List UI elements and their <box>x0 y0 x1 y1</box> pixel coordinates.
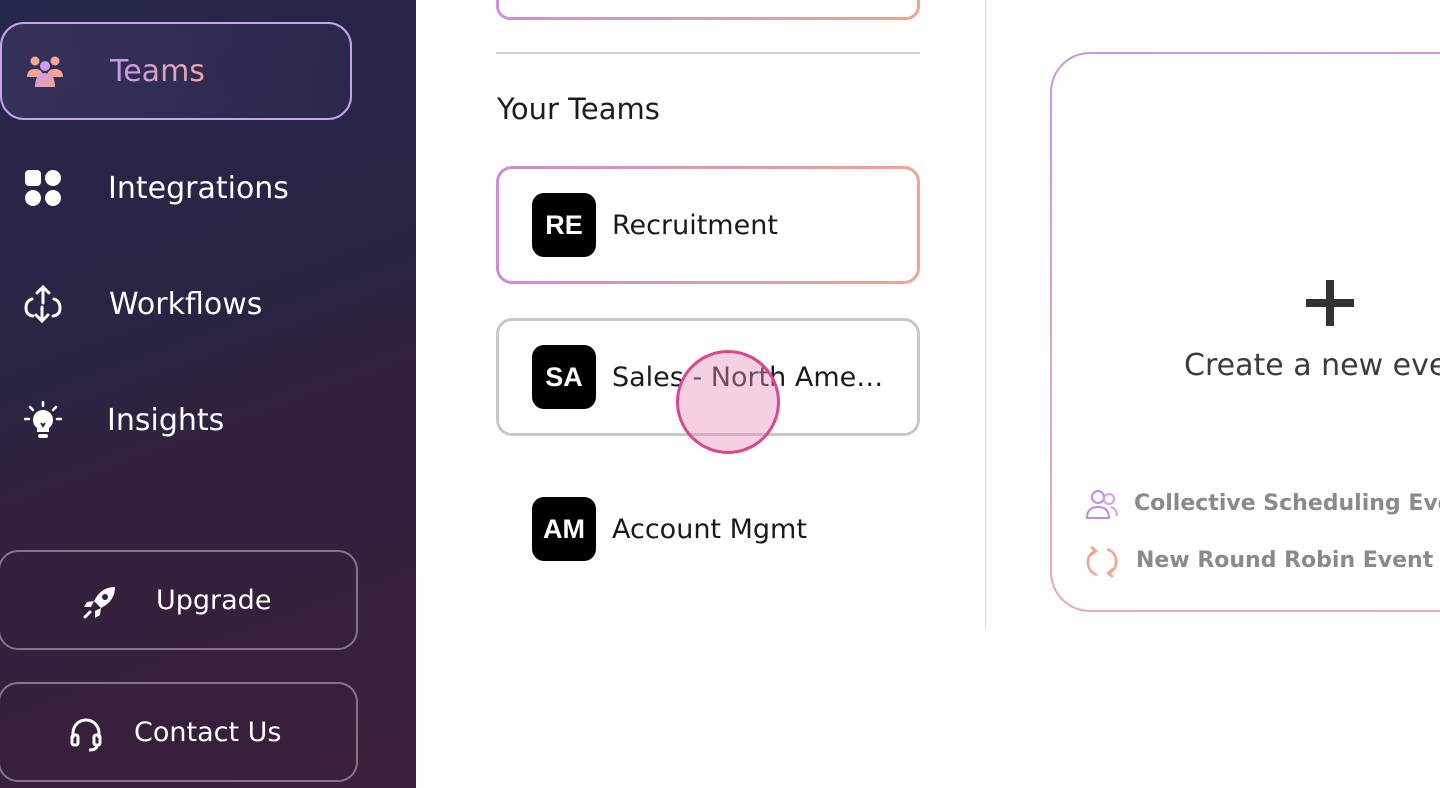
sidebar-item-workflows[interactable]: Workflows <box>0 255 352 353</box>
headset-icon <box>70 718 102 752</box>
section-title: Your Teams <box>497 92 660 126</box>
workflow-icon <box>24 285 62 323</box>
users-icon <box>27 56 63 87</box>
divider <box>496 52 920 54</box>
previous-card[interactable] <box>496 0 920 20</box>
sidebar-item-label: Integrations <box>108 170 289 206</box>
rocket-icon <box>83 587 115 619</box>
team-card-account-mgmt[interactable]: AM Account Mgmt <box>496 470 920 588</box>
avatar: AM <box>532 497 596 561</box>
sidebar-item-integrations[interactable]: Integrations <box>0 139 352 237</box>
grid-icon <box>25 170 61 206</box>
option-label: Collective Scheduling Event <box>1134 491 1440 516</box>
lightbulb-icon <box>24 401 62 438</box>
sidebar-item-label: Insights <box>107 402 225 438</box>
round-robin-icon <box>1086 546 1118 578</box>
team-card-recruitment[interactable]: RE Recruitment <box>496 166 920 284</box>
people-icon <box>1085 490 1118 519</box>
sidebar-item-label: Teams <box>110 53 205 89</box>
avatar: SA <box>532 345 596 409</box>
sidebar-item-insights[interactable]: Insights <box>0 371 352 469</box>
create-event-card[interactable] <box>1050 52 1440 612</box>
team-name: Account Mgmt <box>612 513 807 545</box>
team-name: Recruitment <box>612 209 778 241</box>
plus-icon[interactable] <box>1306 280 1354 326</box>
column-divider <box>985 0 986 628</box>
create-event-title[interactable]: Create a new event <box>1184 348 1440 383</box>
sidebar-item-teams[interactable]: Teams <box>0 22 352 120</box>
avatar: RE <box>532 193 596 257</box>
upgrade-button[interactable]: Upgrade <box>0 550 358 650</box>
sidebar: Teams Integrations Workflows Insights Up… <box>0 0 416 788</box>
contact-us-label: Contact Us <box>134 716 282 748</box>
click-indicator <box>676 350 780 454</box>
contact-us-button[interactable]: Contact Us <box>0 682 358 782</box>
option-label: New Round Robin Event <box>1136 548 1434 573</box>
upgrade-label: Upgrade <box>156 584 272 616</box>
sidebar-item-label: Workflows <box>109 286 263 322</box>
